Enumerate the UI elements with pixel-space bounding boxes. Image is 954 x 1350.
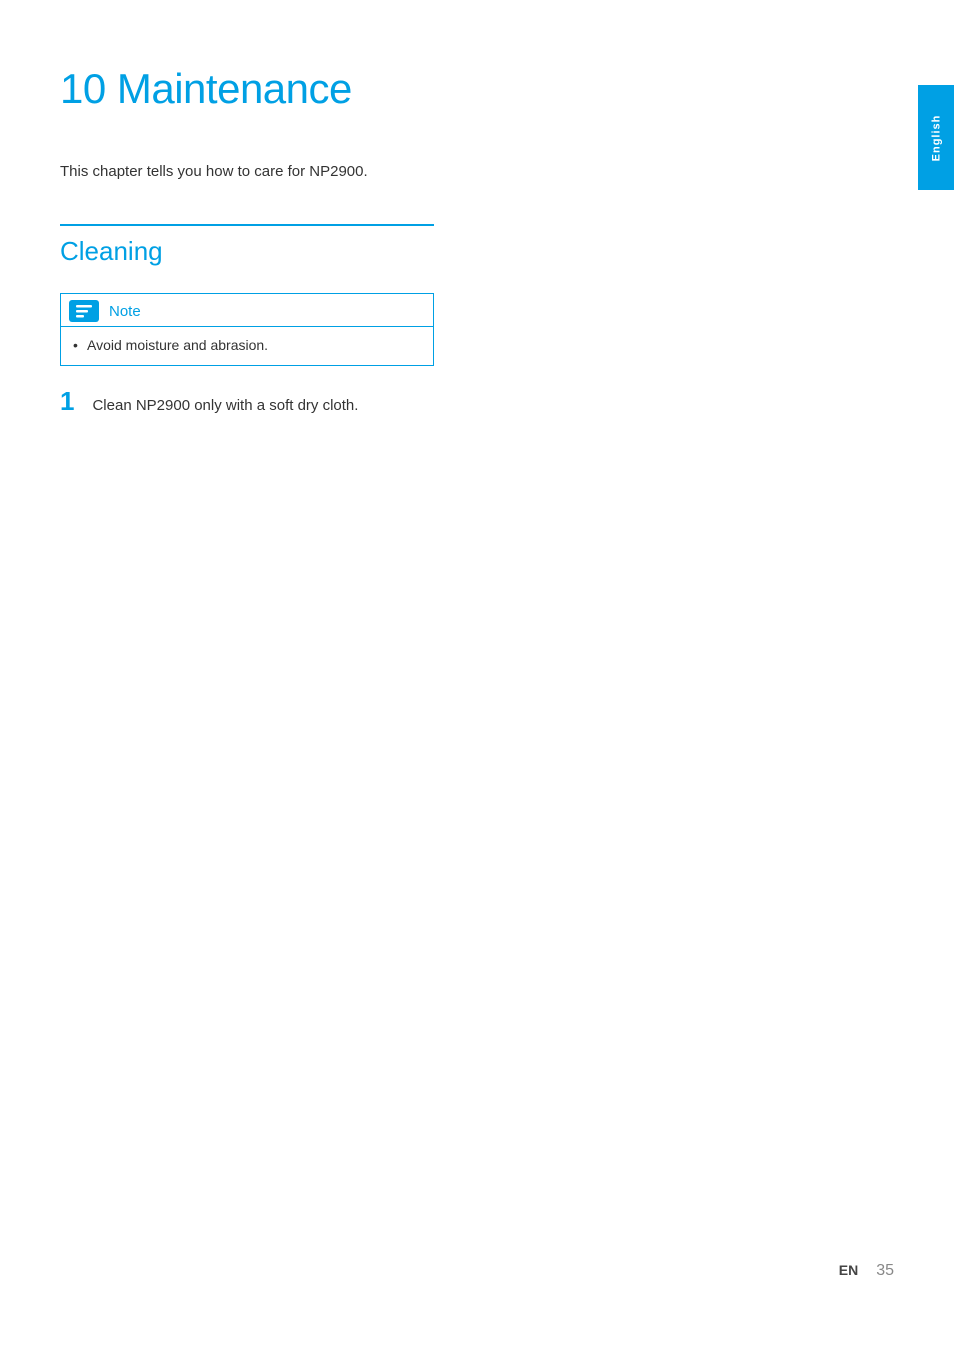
section-divider	[60, 224, 434, 226]
footer-page-number: 35	[876, 1262, 894, 1280]
language-side-tab: English	[918, 85, 954, 190]
note-callout: Note Avoid moisture and abrasion.	[60, 293, 434, 366]
note-icon	[69, 300, 99, 322]
note-item: Avoid moisture and abrasion.	[73, 337, 421, 353]
chapter-title: 10 Maintenance	[60, 65, 420, 113]
page-content: 10 Maintenance This chapter tells you ho…	[0, 0, 480, 416]
note-body: Avoid moisture and abrasion.	[61, 326, 433, 365]
step-row: 1 Clean NP2900 only with a soft dry clot…	[60, 388, 420, 416]
language-tab-label: English	[930, 114, 942, 161]
chapter-intro: This chapter tells you how to care for N…	[60, 161, 420, 182]
note-label: Note	[109, 303, 141, 320]
page-footer: EN 35	[839, 1262, 894, 1280]
note-header: Note	[61, 294, 433, 326]
footer-language: EN	[839, 1262, 858, 1278]
step-text: Clean NP2900 only with a soft dry cloth.	[92, 395, 358, 416]
step-number: 1	[60, 388, 74, 414]
section-heading-cleaning: Cleaning	[60, 236, 420, 267]
